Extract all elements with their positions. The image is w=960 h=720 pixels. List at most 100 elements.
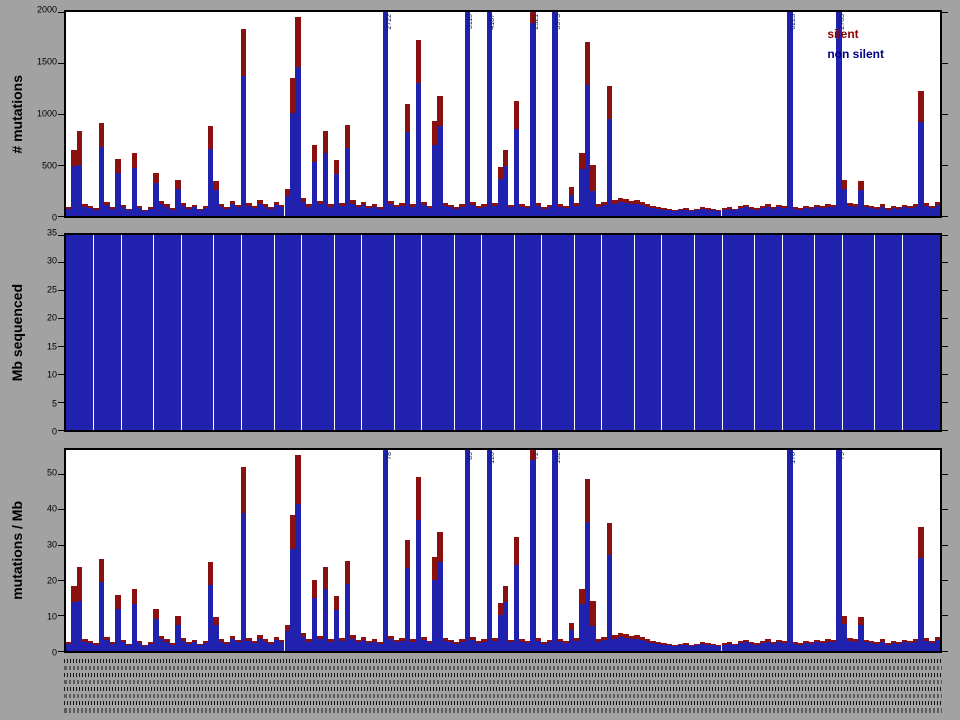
silent-segment — [503, 586, 508, 602]
silent-segment — [99, 559, 104, 582]
group-separator — [334, 235, 335, 430]
tick-mark — [58, 402, 64, 403]
silent-segment — [115, 159, 120, 173]
silent-segment — [842, 616, 847, 625]
group-separator — [634, 235, 635, 430]
tick-mark — [942, 430, 948, 431]
silent-segment — [230, 201, 235, 205]
tick-mark — [942, 402, 948, 403]
silent-segment — [115, 595, 120, 609]
silent-segment — [421, 637, 426, 641]
panel-mb-row: Mb sequenced 05101520253035 — [0, 233, 960, 432]
sample-bar — [295, 455, 300, 651]
silent-segment — [607, 523, 612, 555]
y-tick-label: 10 — [47, 371, 57, 380]
silent-segment — [388, 201, 393, 205]
y-axis-label-mb: Mb sequenced — [4, 233, 30, 432]
mutation-bars — [66, 12, 940, 216]
silent-segment — [121, 640, 126, 643]
silent-segment — [585, 42, 590, 86]
group-separator — [213, 235, 214, 430]
sample-bar — [514, 101, 519, 216]
silent-segment — [935, 202, 940, 206]
sample-bar — [416, 477, 421, 651]
sample-bar — [465, 450, 470, 651]
silent-segment — [295, 455, 300, 504]
tick-mark — [58, 346, 64, 347]
silent-segment — [241, 467, 246, 513]
sample-bar — [514, 537, 519, 651]
sample-bar — [607, 86, 612, 216]
sample-label-texture-row — [64, 680, 942, 684]
group-separator — [814, 235, 815, 430]
silent-segment — [213, 617, 218, 626]
silent-segment — [175, 616, 180, 625]
clipped-value-label: 3575 — [555, 14, 562, 30]
silent-segment — [312, 580, 317, 598]
silent-segment — [470, 202, 475, 206]
tick-mark — [58, 430, 64, 431]
group-separator — [601, 235, 602, 430]
tick-mark — [942, 290, 948, 291]
tick-mark — [942, 235, 948, 236]
tick-mark — [58, 580, 64, 581]
silent-segment — [388, 636, 393, 640]
y-axis-label-mutations: # mutations — [4, 10, 30, 218]
silent-segment — [858, 617, 863, 626]
sample-bar — [530, 450, 535, 651]
silent-segment — [416, 40, 421, 84]
sample-label-texture-row — [64, 701, 942, 705]
clipped-value-label: 2722 — [386, 14, 393, 30]
sample-bar — [787, 450, 792, 651]
tick-mark — [58, 216, 64, 217]
silent-segment — [569, 623, 574, 630]
group-separator — [153, 235, 154, 430]
group-separator — [274, 235, 275, 430]
sample-bar — [918, 91, 923, 216]
silent-segment — [858, 181, 863, 190]
silent-segment — [842, 180, 847, 189]
silent-segment — [175, 180, 180, 189]
tick-mark — [942, 580, 948, 581]
plot-area-rate: 78891207210217879 — [64, 448, 942, 653]
sample-bar — [935, 637, 940, 651]
clipped-value-label: 79 — [839, 452, 846, 460]
group-separator — [121, 235, 122, 430]
silent-segment — [590, 165, 595, 191]
silent-segment — [880, 639, 885, 642]
group-separator — [874, 235, 875, 430]
sample-bar — [295, 17, 300, 216]
sample-bar — [552, 12, 557, 216]
silent-segment — [104, 637, 109, 641]
sample-bar — [530, 12, 535, 216]
silent-segment — [590, 601, 595, 626]
sample-bar — [241, 467, 246, 651]
panel-mutations-row: # mutations 0500100015002000 27223110418… — [0, 10, 960, 218]
silent-segment — [132, 153, 137, 168]
group-separator — [421, 235, 422, 430]
tick-mark — [58, 374, 64, 375]
sample-label-texture-row — [64, 666, 942, 670]
group-separator — [361, 235, 362, 430]
silent-segment — [137, 641, 142, 644]
sample-label-texture-row — [64, 708, 942, 713]
sample-bar — [383, 450, 388, 651]
tick-mark — [942, 12, 948, 13]
tick-mark — [58, 545, 64, 546]
group-separator — [722, 235, 723, 430]
silent-segment — [536, 203, 541, 206]
tick-mark — [58, 474, 64, 475]
tick-mark — [942, 615, 948, 616]
sample-bar — [607, 523, 612, 651]
sample-bar — [416, 40, 421, 216]
sample-label-texture-row — [64, 673, 942, 677]
sample-bar — [935, 202, 940, 216]
tick-mark — [942, 318, 948, 319]
y-tick-label: 0 — [52, 428, 57, 437]
sample-bar — [437, 96, 442, 216]
silent-segment — [918, 91, 923, 123]
silent-segment — [334, 596, 339, 610]
y-tick-label: 0 — [52, 214, 57, 223]
clipped-value-label: 72 — [533, 452, 540, 460]
y-tick-label: 500 — [42, 162, 57, 171]
